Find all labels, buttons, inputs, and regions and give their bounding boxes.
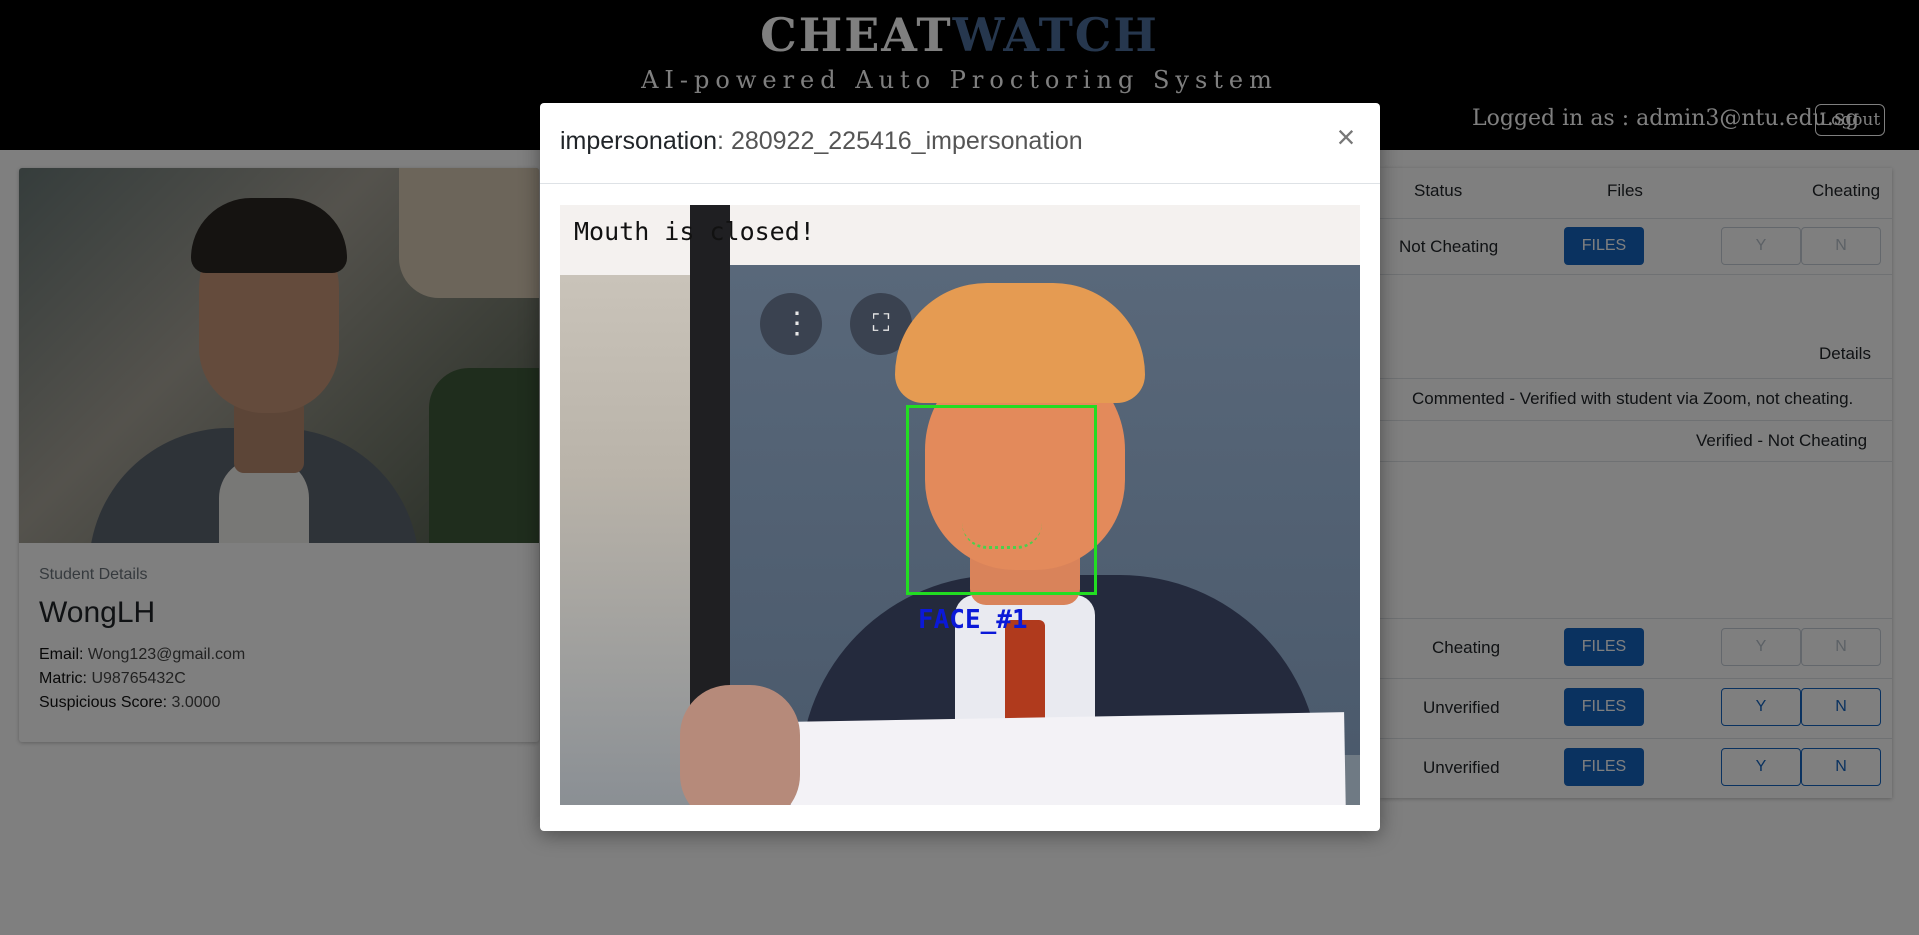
paper-sheet	[789, 712, 1346, 805]
more-vertical-icon: ⋮	[760, 293, 822, 355]
modal-title-id: 280922_225416_impersonation	[730, 127, 1083, 155]
holding-hand	[680, 685, 800, 805]
modal-title-type: impersonation	[560, 127, 718, 155]
modal-divider	[540, 183, 1380, 184]
face-detection-box	[906, 405, 1097, 595]
evidence-modal: impersonation: 280922_225416_impersonati…	[540, 103, 1380, 831]
modal-title-separator: :	[717, 127, 731, 155]
webcam-snapshot: ⋮ ⛶ FACE_#1 Mouth is closed!	[560, 205, 1360, 805]
face-label: FACE_#1	[918, 605, 1028, 635]
close-icon[interactable]: ×	[1330, 121, 1362, 153]
person-hair	[895, 283, 1145, 403]
modal-title: impersonation: 280922_225416_impersonati…	[560, 127, 1083, 156]
mouth-status-text: Mouth is closed!	[574, 217, 815, 246]
